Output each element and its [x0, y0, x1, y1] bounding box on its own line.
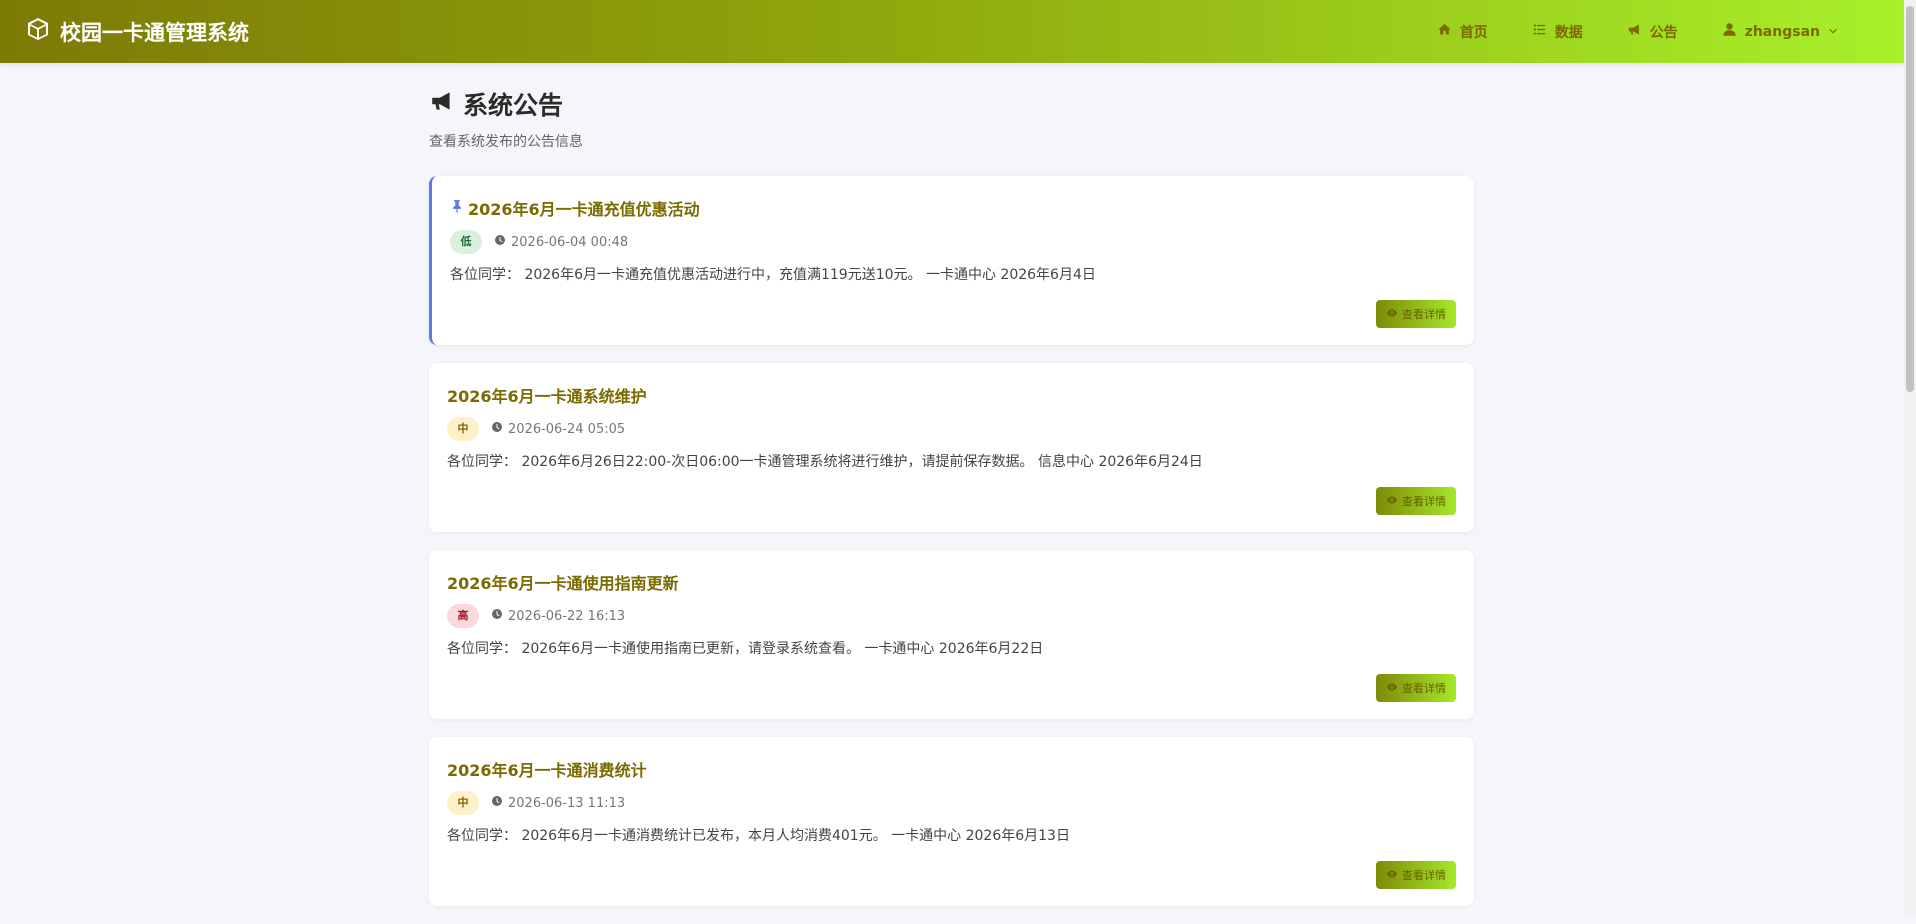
- nav-item-notice[interactable]: 公告: [1605, 22, 1700, 42]
- priority-badge: 低: [450, 230, 482, 254]
- view-detail-label: 查看详情: [1402, 308, 1446, 321]
- notice-meta: 低 2026-06-04 00:48: [450, 230, 1456, 254]
- clock-icon: [491, 795, 503, 811]
- list-icon: [1532, 22, 1547, 41]
- view-detail-button[interactable]: 查看详情: [1376, 674, 1456, 702]
- notice-time-text: 2026-06-24 05:05: [508, 421, 626, 437]
- priority-badge: 中: [447, 417, 479, 441]
- pin-icon: [450, 198, 464, 218]
- eye-icon: [1386, 494, 1398, 509]
- notice-title-text: 2026年6月一卡通充值优惠活动: [468, 200, 700, 219]
- notice-card: 2026年6月一卡通充值优惠活动 低 2026-06-04 00:48 各位同学…: [429, 176, 1474, 345]
- notice-title-text: 2026年6月一卡通使用指南更新: [447, 574, 679, 593]
- notice-time-text: 2026-06-04 00:48: [511, 234, 629, 250]
- clock-icon: [491, 421, 503, 437]
- nav-item-label: 数据: [1554, 24, 1583, 41]
- clock-icon: [491, 608, 503, 624]
- page-scrollbar[interactable]: [1904, 0, 1916, 915]
- notice-body: 各位同学： 2026年6月26日22:00-次日06:00一卡通管理系统将进行维…: [447, 454, 1203, 470]
- notice-time: 2026-06-04 00:48: [494, 234, 628, 250]
- chevron-down-icon: [1828, 24, 1838, 40]
- brand-title: 校园一卡通管理系统: [60, 20, 249, 45]
- view-detail-button[interactable]: 查看详情: [1376, 861, 1456, 889]
- eye-icon: [1386, 868, 1398, 883]
- notice-body: 各位同学： 2026年6月一卡通使用指南已更新，请登录系统查看。 一卡通中心 2…: [447, 641, 1044, 657]
- notice-title[interactable]: 2026年6月一卡通使用指南更新: [447, 570, 1456, 594]
- view-detail-button[interactable]: 查看详情: [1376, 300, 1456, 328]
- notice-title[interactable]: 2026年6月一卡通系统维护: [447, 383, 1456, 407]
- home-icon: [1437, 22, 1452, 41]
- view-detail-label: 查看详情: [1402, 869, 1446, 882]
- notice-card: 2026年6月一卡通消费统计 中 2026-06-13 11:13 各位同学： …: [429, 737, 1474, 906]
- main-content: 系统公告 查看系统发布的公告信息 2026年6月一卡通充值优惠活动 低 2026…: [429, 63, 1474, 924]
- notice-list: 2026年6月一卡通充值优惠活动 低 2026-06-04 00:48 各位同学…: [429, 176, 1474, 906]
- nav-menu: 首页 数据 公告 zhangsan: [1415, 22, 1860, 42]
- megaphone-icon: [1627, 22, 1642, 41]
- user-menu[interactable]: zhangsan: [1700, 22, 1860, 41]
- view-detail-button[interactable]: 查看详情: [1376, 487, 1456, 515]
- notice-meta: 中 2026-06-24 05:05: [447, 417, 1456, 441]
- notice-title[interactable]: 2026年6月一卡通消费统计: [447, 757, 1456, 781]
- notice-time: 2026-06-24 05:05: [491, 421, 625, 437]
- brand[interactable]: 校园一卡通管理系统: [26, 17, 249, 47]
- notice-time-text: 2026-06-13 11:13: [508, 795, 626, 811]
- page-title: 系统公告: [429, 87, 1474, 121]
- view-detail-label: 查看详情: [1402, 682, 1446, 695]
- notice-time-text: 2026-06-22 16:13: [508, 608, 626, 624]
- priority-badge: 高: [447, 604, 479, 628]
- megaphone-icon: [429, 88, 455, 120]
- nav-item-label: 公告: [1649, 24, 1678, 41]
- notice-time: 2026-06-13 11:13: [491, 795, 625, 811]
- user-name: zhangsan: [1744, 23, 1820, 40]
- scrollbar-thumb[interactable]: [1906, 6, 1914, 392]
- nav-item-label: 首页: [1459, 24, 1488, 41]
- nav-item-home[interactable]: 首页: [1415, 22, 1510, 42]
- view-detail-label: 查看详情: [1402, 495, 1446, 508]
- priority-badge: 中: [447, 791, 479, 815]
- notice-meta: 中 2026-06-13 11:13: [447, 791, 1456, 815]
- page-title-text: 系统公告: [463, 91, 564, 120]
- page-subtitle: 查看系统发布的公告信息: [429, 134, 583, 150]
- notice-body: 各位同学： 2026年6月一卡通消费统计已发布，本月人均消费401元。 一卡通中…: [447, 828, 1070, 844]
- notice-title-text: 2026年6月一卡通系统维护: [447, 387, 647, 406]
- eye-icon: [1386, 307, 1398, 322]
- notice-card: 2026年6月一卡通使用指南更新 高 2026-06-22 16:13 各位同学…: [429, 550, 1474, 719]
- notice-title-text: 2026年6月一卡通消费统计: [447, 761, 647, 780]
- eye-icon: [1386, 681, 1398, 696]
- notice-time: 2026-06-22 16:13: [491, 608, 625, 624]
- top-navbar: 校园一卡通管理系统 首页 数据 公告 zhangsan: [0, 0, 1904, 63]
- clock-icon: [494, 234, 506, 250]
- notice-body: 各位同学： 2026年6月一卡通充值优惠活动进行中，充值满119元送10元。 一…: [450, 267, 1096, 283]
- notice-card: 2026年6月一卡通系统维护 中 2026-06-24 05:05 各位同学： …: [429, 363, 1474, 532]
- user-icon: [1722, 22, 1737, 41]
- cube-icon: [26, 17, 50, 46]
- nav-item-data[interactable]: 数据: [1510, 22, 1605, 42]
- notice-title[interactable]: 2026年6月一卡通充值优惠活动: [450, 196, 1456, 220]
- notice-meta: 高 2026-06-22 16:13: [447, 604, 1456, 628]
